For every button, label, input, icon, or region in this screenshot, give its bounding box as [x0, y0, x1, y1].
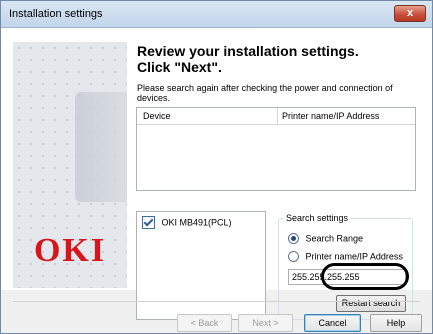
page-heading: Review your installation settings. Click… — [137, 43, 427, 75]
oki-banner-image: OKI — [13, 42, 127, 288]
radio-unselected-icon[interactable] — [288, 251, 299, 263]
device-checkbox[interactable] — [142, 216, 155, 229]
page-heading-text: Review your installation settings. Click… — [137, 43, 359, 75]
restart-search-button[interactable]: Restart search — [336, 295, 406, 312]
search-settings-title: Search settings — [284, 213, 351, 223]
installation-settings-window: Installation settings x OKI Review your … — [0, 0, 433, 334]
radio-label: Printer name/IP Address — [305, 251, 403, 262]
list-item[interactable]: OKI MB491(PCL) — [142, 216, 232, 229]
close-icon: x — [406, 7, 414, 19]
device-name-label: OKI MB491(PCL) — [161, 217, 232, 228]
next-button[interactable]: Next > — [238, 314, 293, 332]
column-divider — [277, 108, 278, 124]
help-button[interactable]: Help — [370, 314, 422, 332]
annotation-circle — [321, 263, 409, 290]
radio-label: Search Range — [305, 233, 364, 244]
oki-logo: OKI — [33, 232, 107, 269]
close-button[interactable]: x — [394, 5, 426, 22]
dialog-content: OKI Review your installation settings. C… — [1, 28, 432, 320]
back-button[interactable]: < Back — [177, 314, 232, 332]
title-bar: Installation settings x — [1, 1, 432, 28]
radio-search-range[interactable]: Search Range — [288, 233, 364, 245]
device-table[interactable]: Device Printer name/IP Address — [136, 107, 416, 191]
device-list[interactable]: OKI MB491(PCL) — [136, 211, 266, 320]
column-header-device[interactable]: Device — [143, 111, 171, 121]
window-title: Installation settings — [9, 8, 103, 20]
radio-printer-name-ip[interactable]: Printer name/IP Address — [288, 251, 403, 263]
printer-illustration — [75, 92, 127, 202]
device-table-header: Device Printer name/IP Address — [137, 108, 415, 125]
column-header-printer-address[interactable]: Printer name/IP Address — [282, 111, 379, 121]
radio-selected-icon[interactable] — [288, 233, 299, 245]
instruction-text: Please search again after checking the p… — [137, 83, 393, 103]
cancel-button[interactable]: Cancel — [304, 314, 361, 332]
footer-divider — [13, 301, 420, 302]
